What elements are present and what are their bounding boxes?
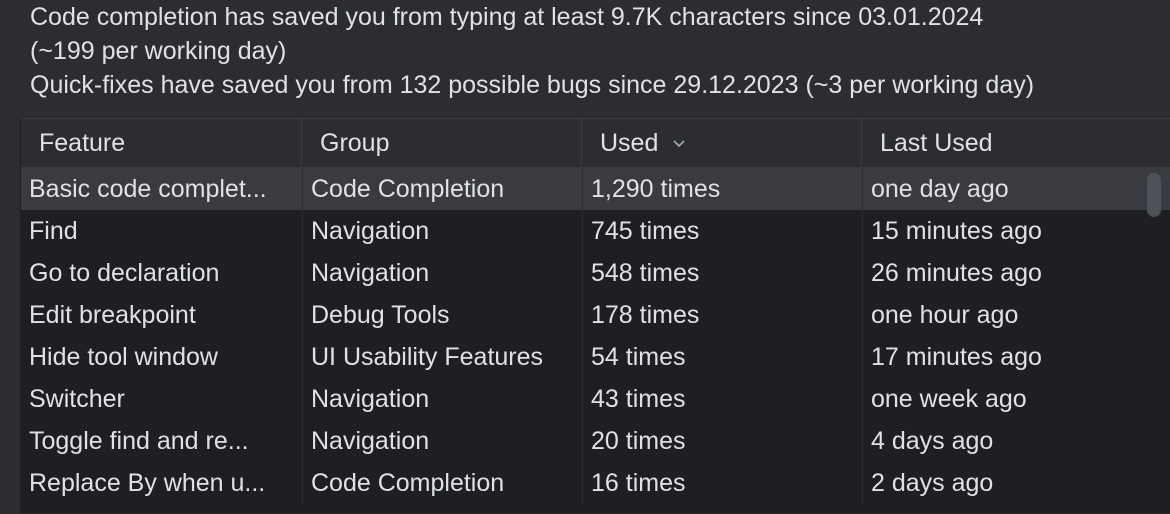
cell-last-used: one week ago bbox=[862, 378, 1141, 420]
cell-feature: Hide tool window bbox=[29, 342, 218, 371]
completion-stats-rate: (~199 per working day) bbox=[30, 37, 287, 65]
cell-used: 745 times bbox=[582, 210, 862, 252]
statistics-summary: Code completion has saved you from typin… bbox=[30, 0, 1160, 102]
quickfix-stats-line: Quick-fixes have saved you from 132 poss… bbox=[30, 71, 1035, 99]
cell-group: Code Completion bbox=[302, 462, 582, 504]
cell-group: Navigation bbox=[302, 378, 582, 420]
header-used[interactable]: Used bbox=[582, 119, 862, 167]
cell-used: 548 times bbox=[582, 252, 862, 294]
table-row[interactable]: Edit breakpoint Debug Tools 178 times on… bbox=[21, 294, 1170, 336]
cell-feature: Edit breakpoint bbox=[29, 300, 196, 329]
cell-last-used: 4 days ago bbox=[862, 420, 1141, 462]
cell-feature: Basic code complet... bbox=[29, 174, 267, 203]
cell-group: UI Usability Features bbox=[302, 336, 582, 378]
cell-feature: Find bbox=[29, 216, 78, 245]
cell-used: 43 times bbox=[582, 378, 862, 420]
cell-last-used: one hour ago bbox=[862, 294, 1141, 336]
cell-used: 1,290 times bbox=[582, 168, 862, 210]
cell-feature: Go to declaration bbox=[29, 258, 220, 287]
header-used-label: Used bbox=[600, 128, 659, 157]
header-group[interactable]: Group bbox=[302, 119, 582, 167]
cell-used: 178 times bbox=[582, 294, 862, 336]
table-header: Feature Group Used Last Used bbox=[21, 119, 1170, 168]
cell-group: Navigation bbox=[302, 252, 582, 294]
cell-last-used: one day ago bbox=[862, 168, 1141, 210]
cell-feature: Toggle find and re... bbox=[29, 426, 249, 455]
cell-used: 54 times bbox=[582, 336, 862, 378]
completion-stats-line: Code completion has saved you from typin… bbox=[30, 3, 984, 31]
cell-group: Debug Tools bbox=[302, 294, 582, 336]
cell-last-used: 17 minutes ago bbox=[862, 336, 1141, 378]
chevron-down-icon bbox=[672, 136, 686, 150]
table-row[interactable]: Toggle find and re... Navigation 20 time… bbox=[21, 420, 1170, 462]
header-group-label: Group bbox=[320, 128, 390, 157]
cell-used: 20 times bbox=[582, 420, 862, 462]
cell-used: 16 times bbox=[582, 462, 862, 504]
cell-last-used: 2 days ago bbox=[862, 462, 1141, 504]
cell-last-used: 26 minutes ago bbox=[862, 252, 1141, 294]
table-body[interactable]: Basic code complet... Code Completion 1,… bbox=[21, 168, 1170, 514]
vertical-scrollbar-thumb[interactable] bbox=[1147, 173, 1161, 217]
table-row[interactable]: Find Navigation 745 times 15 minutes ago bbox=[21, 210, 1170, 252]
table-row[interactable]: Replace By when u... Code Completion 16 … bbox=[21, 462, 1170, 504]
cell-group: Navigation bbox=[302, 210, 582, 252]
header-feature-label: Feature bbox=[39, 128, 126, 157]
cell-feature: Replace By when u... bbox=[29, 468, 266, 497]
table-row[interactable]: Go to declaration Navigation 548 times 2… bbox=[21, 252, 1170, 294]
cell-group: Code Completion bbox=[302, 168, 582, 210]
header-last-used-label: Last Used bbox=[880, 128, 993, 157]
cell-last-used: 15 minutes ago bbox=[862, 210, 1141, 252]
cell-group: Navigation bbox=[302, 420, 582, 462]
table-row[interactable]: Switcher Navigation 43 times one week ag… bbox=[21, 378, 1170, 420]
cell-feature: Switcher bbox=[29, 384, 125, 413]
header-last-used[interactable]: Last Used bbox=[862, 119, 1141, 167]
table-row[interactable]: Basic code complet... Code Completion 1,… bbox=[21, 168, 1170, 210]
header-feature[interactable]: Feature bbox=[21, 119, 302, 167]
feature-usage-table: Feature Group Used Last Used Basic code … bbox=[20, 118, 1170, 513]
table-row[interactable]: Hide tool window UI Usability Features 5… bbox=[21, 336, 1170, 378]
